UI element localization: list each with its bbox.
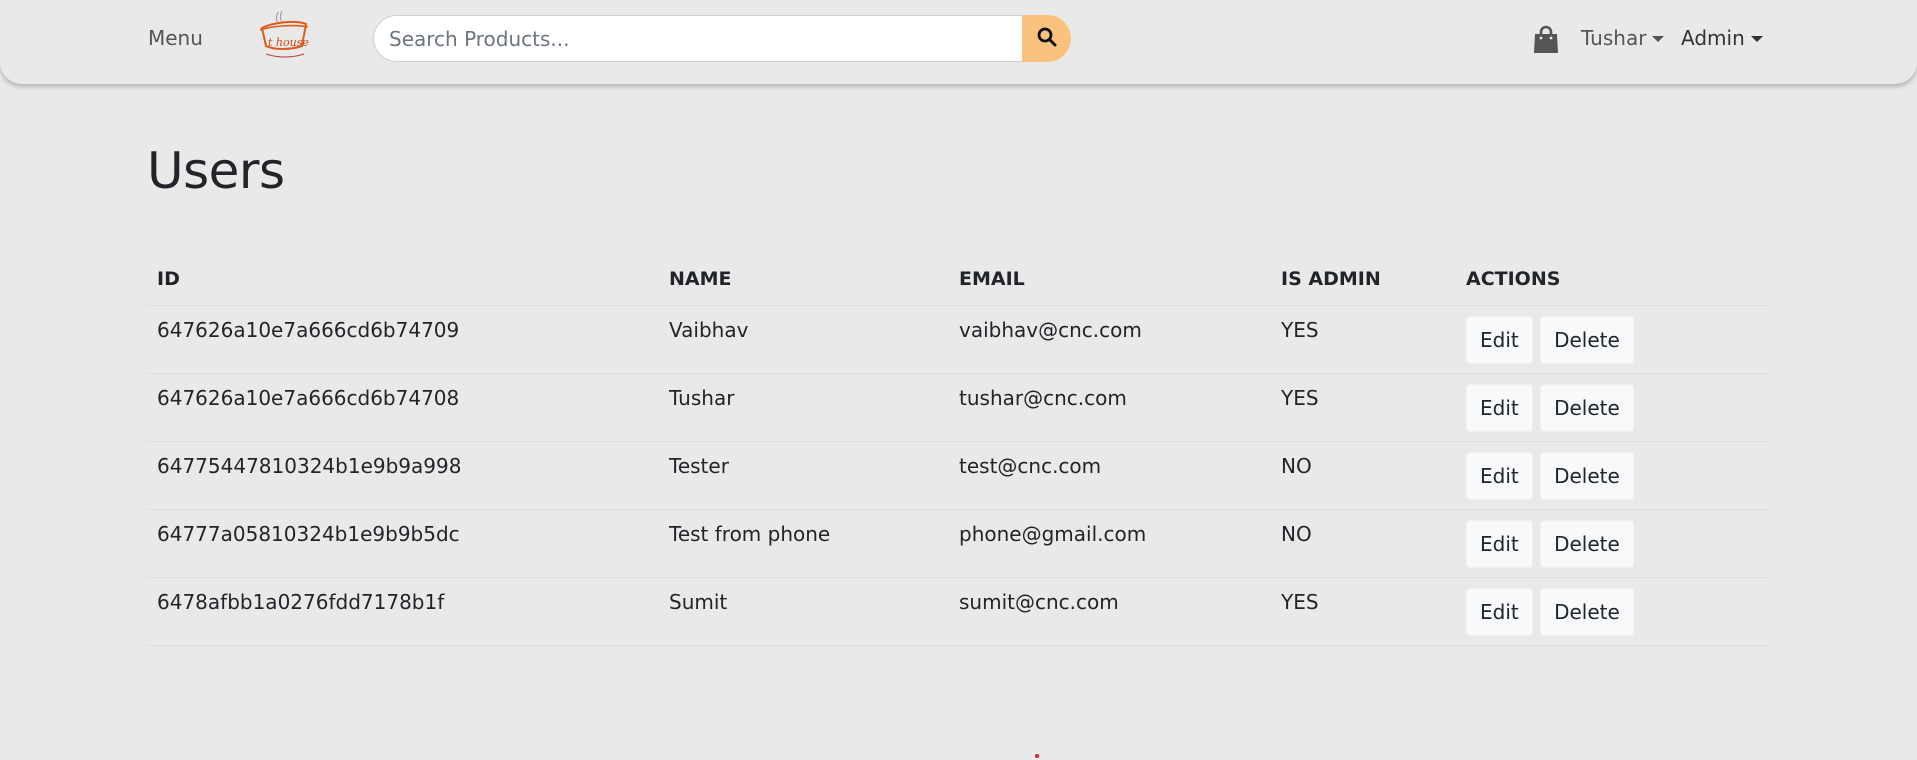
user-id-cell: 647626a10e7a666cd6b74709 [147,305,659,374]
delete-button[interactable]: Delete [1540,383,1634,432]
delete-button[interactable]: Delete [1540,451,1634,500]
user-actions-cell: Edit Delete [1456,305,1769,374]
delete-button[interactable]: Delete [1540,587,1634,636]
brand-logo[interactable]: t house [256,10,312,64]
user-email-cell: sumit@cnc.com [949,577,1271,646]
user-id-cell: 6478afbb1a0276fdd7178b1f [147,577,659,646]
user-id-cell: 647626a10e7a666cd6b74708 [147,373,659,442]
user-actions-cell: Edit Delete [1456,577,1769,646]
column-header-is-admin: IS ADMIN [1271,256,1456,306]
table-row: 647626a10e7a666cd6b74709 Vaibhav vaibhav… [147,305,1769,374]
shopping-bag-icon[interactable] [1533,25,1559,55]
edit-button[interactable]: Edit [1466,451,1533,500]
column-header-id: ID [147,256,659,306]
user-email-cell: test@cnc.com [949,441,1271,510]
user-name-cell: Tester [659,441,949,510]
page-title: Users [147,142,285,200]
user-name-cell: Vaibhav [659,305,949,374]
edit-button[interactable]: Edit [1466,519,1533,568]
navbar: Menu t house Search Products... Tushar A… [0,0,1917,84]
search-button[interactable] [1022,15,1071,62]
user-id-cell: 64775447810324b1e9b9a998 [147,441,659,510]
user-email-cell: phone@gmail.com [949,509,1271,578]
user-is-admin-cell: YES [1271,373,1456,442]
user-email-cell: tushar@cnc.com [949,373,1271,442]
admin-dropdown[interactable]: Admin [1681,26,1763,50]
user-dropdown[interactable]: Tushar [1581,26,1665,50]
chevron-down-icon [1750,36,1763,42]
table-row: 6478afbb1a0276fdd7178b1f Sumit sumit@cnc… [147,577,1769,646]
user-actions-cell: Edit Delete [1456,441,1769,510]
column-header-name: NAME [659,256,949,306]
table-header-row: ID NAME EMAIL IS ADMIN ACTIONS [147,256,1769,306]
user-is-admin-cell: NO [1271,441,1456,510]
users-table: ID NAME EMAIL IS ADMIN ACTIONS 647626a10… [147,256,1769,646]
delete-button[interactable]: Delete [1540,519,1634,568]
user-name-cell: Test from phone [659,509,949,578]
user-dropdown-label: Tushar [1581,26,1647,50]
chevron-down-icon [1652,36,1665,42]
user-is-admin-cell: NO [1271,509,1456,578]
user-is-admin-cell: YES [1271,305,1456,374]
search-bar [373,15,1071,62]
search-icon [1037,27,1057,51]
table-row: 64775447810324b1e9b9a998 Tester test@cnc… [147,441,1769,510]
search-input[interactable] [373,15,1023,62]
svg-text:t house: t house [268,36,309,49]
user-name-cell: Sumit [659,577,949,646]
user-actions-cell: Edit Delete [1456,373,1769,442]
column-header-email: EMAIL [949,256,1271,306]
column-header-actions: ACTIONS [1456,256,1769,306]
admin-dropdown-label: Admin [1681,26,1745,50]
edit-button[interactable]: Edit [1466,587,1533,636]
user-is-admin-cell: YES [1271,577,1456,646]
edit-button[interactable]: Edit [1466,383,1533,432]
delete-button[interactable]: Delete [1540,315,1634,364]
user-actions-cell: Edit Delete [1456,509,1769,578]
table-row: 64777a05810324b1e9b9b5dc Test from phone… [147,509,1769,578]
menu-link[interactable]: Menu [148,26,203,50]
edit-button[interactable]: Edit [1466,315,1533,364]
table-row: 647626a10e7a666cd6b74708 Tushar tushar@c… [147,373,1769,442]
loading-indicator-dot [1035,754,1039,758]
user-email-cell: vaibhav@cnc.com [949,305,1271,374]
user-id-cell: 64777a05810324b1e9b9b5dc [147,509,659,578]
user-name-cell: Tushar [659,373,949,442]
